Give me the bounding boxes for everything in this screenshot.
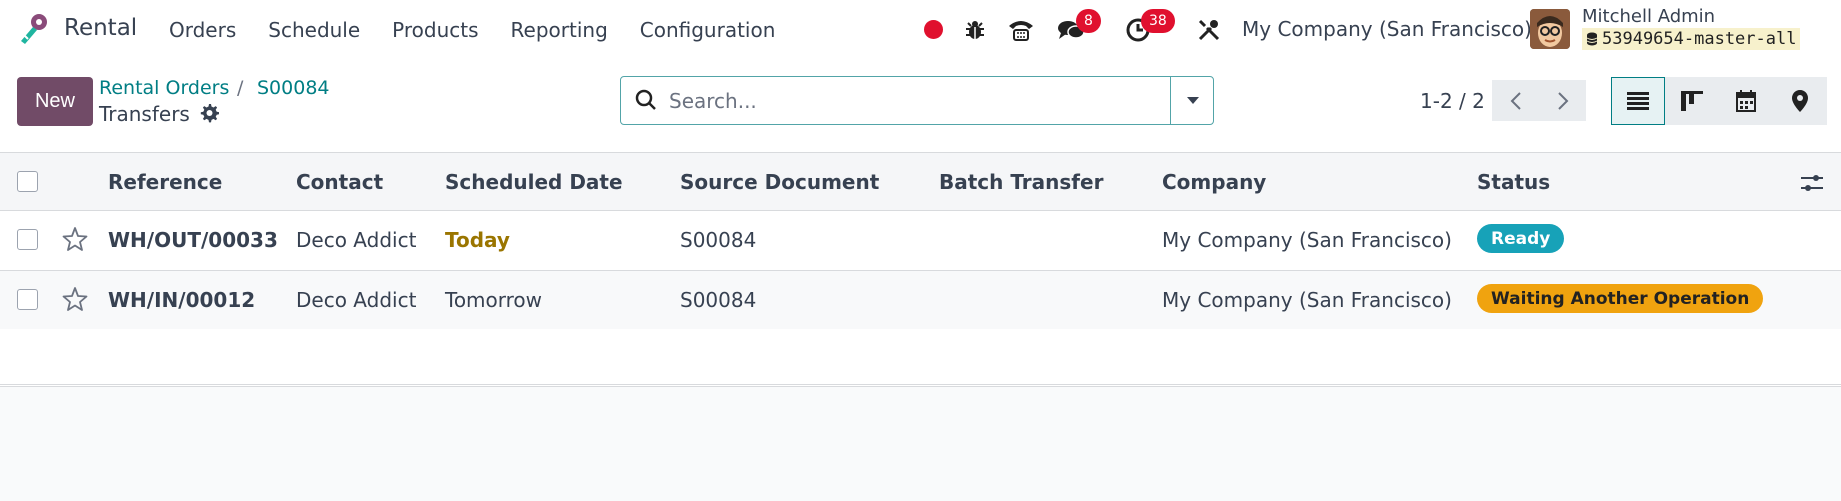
chevron-left-icon[interactable] xyxy=(1492,80,1539,121)
company-switcher[interactable]: My Company (San Francisco) xyxy=(1242,17,1532,41)
cell-source-document: S00084 xyxy=(680,228,757,252)
bug-icon[interactable] xyxy=(963,14,987,46)
status-badge: Ready xyxy=(1477,224,1565,253)
menu-item-orders[interactable]: Orders xyxy=(169,18,236,42)
column-status[interactable]: Status xyxy=(1477,170,1550,194)
avatar[interactable] xyxy=(1530,9,1570,49)
cell-contact: Deco Addict xyxy=(296,228,417,252)
breadcrumb-current[interactable]: S00084 xyxy=(257,77,330,99)
list-view-icon[interactable] xyxy=(1611,77,1665,125)
rental-logo-icon[interactable] xyxy=(16,11,52,47)
caret-down-icon[interactable] xyxy=(1170,76,1214,125)
user-name[interactable]: Mitchell Admin xyxy=(1582,6,1715,27)
menu-item-products[interactable]: Products xyxy=(392,18,478,42)
calendar-view-icon[interactable] xyxy=(1719,77,1773,125)
status-badge: Waiting Another Operation xyxy=(1477,284,1764,313)
map-view-icon[interactable] xyxy=(1773,77,1827,125)
new-button[interactable]: New xyxy=(17,77,93,126)
gear-icon[interactable] xyxy=(199,103,220,123)
star-icon[interactable] xyxy=(62,286,88,316)
breadcrumb-parent[interactable]: Rental Orders xyxy=(99,77,229,99)
table-row[interactable]: WH/IN/00012 Deco Addict Tomorrow S00084 … xyxy=(0,271,1841,331)
column-scheduled-date[interactable]: Scheduled Date xyxy=(445,170,623,194)
cell-scheduled-date: Today xyxy=(445,228,510,252)
table-header: Reference Contact Scheduled Date Source … xyxy=(0,152,1841,211)
activities-badge: 38 xyxy=(1141,9,1175,33)
cell-source-document: S00084 xyxy=(680,288,757,312)
tools-icon[interactable] xyxy=(1196,14,1222,46)
pager-value[interactable]: 1-2 / 2 xyxy=(1420,89,1485,113)
record-icon[interactable] xyxy=(924,20,943,39)
cell-reference: WH/OUT/00033 xyxy=(108,228,278,252)
column-source-document[interactable]: Source Document xyxy=(680,170,879,194)
column-batch-transfer[interactable]: Batch Transfer xyxy=(939,170,1103,194)
cell-company: My Company (San Francisco) xyxy=(1162,228,1452,252)
search-input[interactable] xyxy=(669,88,1149,113)
menu-item-schedule[interactable]: Schedule xyxy=(268,18,360,42)
app-name[interactable]: Rental xyxy=(64,15,137,41)
cell-reference: WH/IN/00012 xyxy=(108,288,256,312)
cell-contact: Deco Addict xyxy=(296,288,417,312)
row-checkbox[interactable] xyxy=(17,289,38,310)
column-company[interactable]: Company xyxy=(1162,170,1266,194)
cell-scheduled-date: Tomorrow xyxy=(445,288,543,312)
column-contact[interactable]: Contact xyxy=(296,170,383,194)
breadcrumb-separator: / xyxy=(237,77,244,99)
top-navbar: Rental Orders Schedule Products Reportin… xyxy=(0,0,1841,60)
column-reference[interactable]: Reference xyxy=(108,170,222,194)
messages-badge: 8 xyxy=(1076,9,1101,33)
star-icon[interactable] xyxy=(62,226,88,256)
search-bar xyxy=(620,76,1214,125)
page-title: Transfers xyxy=(99,102,190,126)
kanban-view-icon[interactable] xyxy=(1665,77,1719,125)
table-row[interactable]: WH/OUT/00033 Deco Addict Today S00084 My… xyxy=(0,211,1841,271)
row-checkbox[interactable] xyxy=(17,229,38,250)
optional-columns-icon[interactable] xyxy=(1801,173,1823,197)
database-name: 53949654-master-all xyxy=(1602,29,1797,49)
empty-row xyxy=(0,329,1841,385)
main-menu: Orders Schedule Products Reporting Confi… xyxy=(169,18,807,42)
select-all-checkbox[interactable] xyxy=(17,171,38,192)
menu-item-reporting[interactable]: Reporting xyxy=(511,18,608,42)
menu-item-configuration[interactable]: Configuration xyxy=(640,18,776,42)
phone-icon[interactable] xyxy=(1006,14,1036,46)
chevron-right-icon[interactable] xyxy=(1539,80,1586,121)
database-icon xyxy=(1586,32,1598,46)
search-icon xyxy=(635,89,657,115)
database-tag: 53949654-master-all xyxy=(1582,28,1801,50)
cell-company: My Company (San Francisco) xyxy=(1162,288,1452,312)
